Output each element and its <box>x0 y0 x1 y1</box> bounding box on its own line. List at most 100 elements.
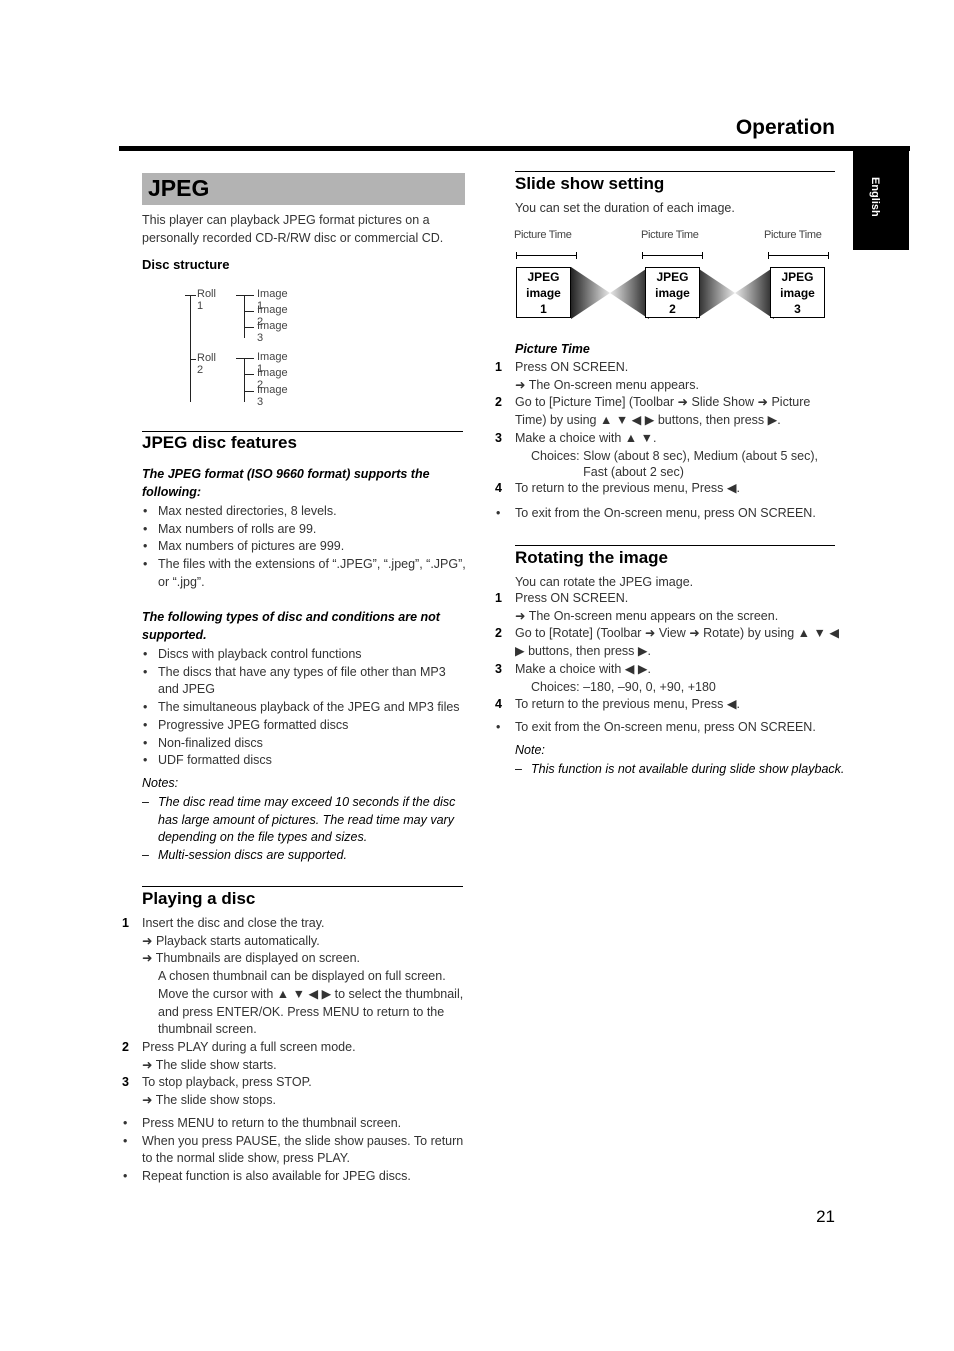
list-item: The simultaneous playback of the JPEG an… <box>142 699 467 717</box>
step-number: 2 <box>495 395 502 410</box>
section-title: JPEG <box>148 175 210 201</box>
list-item: Discs with playback control functions <box>142 646 467 664</box>
section-rule <box>142 886 463 887</box>
list-item: Press MENU to return to the thumbnail sc… <box>122 1115 467 1133</box>
list-item: UDF formatted discs <box>142 752 467 770</box>
list-item: The discs that have any types of file ot… <box>142 664 467 699</box>
jpeg-image-box: JPEG image 1 <box>516 267 571 318</box>
list-item: When you press PAUSE, the slide show pau… <box>122 1133 467 1168</box>
step-text: To return to the previous menu, Press ◀. <box>515 480 740 495</box>
step-number: 2 <box>122 1039 129 1054</box>
tree-root-line <box>190 295 191 402</box>
language-tab: English <box>853 151 909 250</box>
not-supported-label: The following types of disc and conditio… <box>142 610 440 642</box>
picture-time-subheading: Picture Time <box>515 342 590 356</box>
page-header-title: Operation <box>735 116 835 139</box>
transition-fade-out <box>571 267 610 319</box>
step-text: To return to the previous menu, Press ◀. <box>515 697 740 712</box>
tree-branch <box>244 311 254 312</box>
tree-branch <box>244 327 254 328</box>
jpeg-image-box: JPEG image 3 <box>770 267 825 318</box>
list-item: To exit from the On-screen menu, press O… <box>495 719 840 737</box>
list-item: The files with the extensions of “.JPEG”… <box>142 556 467 591</box>
jpeg-image-box: JPEG image 2 <box>645 267 700 318</box>
step-item: 4 To return to the previous menu, Press … <box>495 480 840 498</box>
playing-heading: Playing a disc <box>142 889 256 908</box>
section-rule <box>142 431 463 432</box>
step-result: ➜ The slide show stops. <box>142 1093 276 1108</box>
box-line: JPEG <box>781 270 814 284</box>
box-line: image <box>780 286 815 300</box>
step-item: 2 Go to [Picture Time] (Toolbar ➜ Slide … <box>495 394 840 429</box>
step-text: Insert the disc and close the tray. <box>142 916 325 930</box>
choices-label: Choices: <box>531 448 580 463</box>
note-item: Multi-session discs are supported. <box>142 847 467 865</box>
transition-fade-in <box>735 267 774 319</box>
notes-list: The disc read time may exceed 10 seconds… <box>142 794 467 865</box>
step-item: 3 Make a choice with ◀ ▶. Choices: –180,… <box>495 661 840 696</box>
disc-structure-tree: Roll 1 Roll 2 Image 1 Image 2 Image 3 Im… <box>0 0 288 408</box>
supports-list: Max nested directories, 8 levels. Max nu… <box>142 503 467 592</box>
step-text: Press ON SCREEN. <box>515 360 629 374</box>
list-item: Max numbers of rolls are 99. <box>142 521 467 539</box>
playing-steps: 1 Insert the disc and close the tray. ➜ … <box>122 915 467 1110</box>
box-line: image <box>655 286 690 300</box>
step-item: 1 Press ON SCREEN. ➜ The On-screen menu … <box>495 590 840 625</box>
supports-label: The JPEG format (ISO 9660 format) suppor… <box>142 467 430 499</box>
transition-fade-out <box>696 267 735 319</box>
slideshow-steps: 1 Press ON SCREEN. ➜ The On-screen menu … <box>495 359 840 497</box>
slideshow-diagram: Picture Time Picture Time Picture Time J… <box>510 225 840 325</box>
list-item: Repeat function is also available for JP… <box>122 1168 467 1186</box>
step-number: 2 <box>495 626 502 641</box>
tree-branch <box>244 391 254 392</box>
page-number: 21 <box>816 1207 835 1226</box>
step-number: 3 <box>495 430 502 445</box>
box-line: image <box>526 286 561 300</box>
list-item: Progressive JPEG formatted discs <box>142 717 467 735</box>
step-number: 3 <box>495 661 502 676</box>
tree-line <box>244 358 245 402</box>
step-text: Go to [Picture Time] (Toolbar ➜ Slide Sh… <box>515 395 811 428</box>
playing-bullets: Press MENU to return to the thumbnail sc… <box>122 1115 467 1186</box>
transition-fade-in <box>610 267 649 319</box>
choices-values: Slow (about 8 sec), Medium (about 5 sec)… <box>583 448 818 479</box>
tree-branch <box>236 358 254 359</box>
features-heading: JPEG disc features <box>142 433 297 452</box>
step-result: ➜ The On-screen menu appears on the scre… <box>515 608 779 623</box>
tree-branch <box>190 359 196 360</box>
box-line: JPEG <box>527 270 560 284</box>
step-item: 3 Make a choice with ▲ ▼. Choices: Slow … <box>495 430 840 480</box>
slideshow-heading: Slide show setting <box>515 174 665 193</box>
step-text: To stop playback, press STOP. <box>142 1075 312 1090</box>
step-result: ➜ The slide show starts. <box>142 1057 277 1072</box>
step-item: 1 Press ON SCREEN. ➜ The On-screen menu … <box>495 359 840 394</box>
step-result: ➜ Thumbnails are displayed on screen. <box>142 951 360 966</box>
list-item: Max nested directories, 8 levels. <box>142 503 467 521</box>
step-choices: Choices: –180, –90, 0, +90, +180 <box>531 679 716 694</box>
tree-image: Image 3 <box>257 320 288 344</box>
step-text: Go to [Rotate] (Toolbar ➜ View ➜ Rotate)… <box>515 626 839 659</box>
tree-line <box>244 295 245 338</box>
step-number: 3 <box>122 1075 129 1090</box>
tree-roll: Roll 2 <box>197 352 216 376</box>
step-text: Make a choice with ◀ ▶. <box>515 661 651 676</box>
box-line: JPEG <box>656 270 689 284</box>
step-number: 4 <box>495 480 502 495</box>
box-line: 3 <box>794 302 801 316</box>
step-number: 1 <box>122 916 129 930</box>
list-item: Max numbers of pictures are 999. <box>142 538 467 556</box>
step-text: Make a choice with ▲ ▼. <box>515 430 657 445</box>
step-item: 2 Press PLAY during a full screen mode. … <box>122 1039 467 1074</box>
slideshow-intro: You can set the duration of each image. <box>515 201 735 215</box>
rotating-intro: You can rotate the JPEG image. <box>515 575 694 589</box>
header-rule <box>119 146 910 151</box>
slideshow-bullets: To exit from the On-screen menu, press O… <box>495 505 840 523</box>
section-rule <box>515 171 835 172</box>
tree-branch <box>236 295 254 296</box>
rotating-steps: 1 Press ON SCREEN. ➜ The On-screen menu … <box>495 590 840 714</box>
step-item: 3 To stop playback, press STOP. ➜ The sl… <box>122 1074 467 1109</box>
step-choices: Choices: Slow (about 8 sec), Medium (abo… <box>515 448 840 480</box>
notes-label: Notes: <box>142 776 179 790</box>
step-result: ➜ Playback starts automatically. <box>142 933 320 948</box>
rotating-bullets: To exit from the On-screen menu, press O… <box>495 719 840 737</box>
